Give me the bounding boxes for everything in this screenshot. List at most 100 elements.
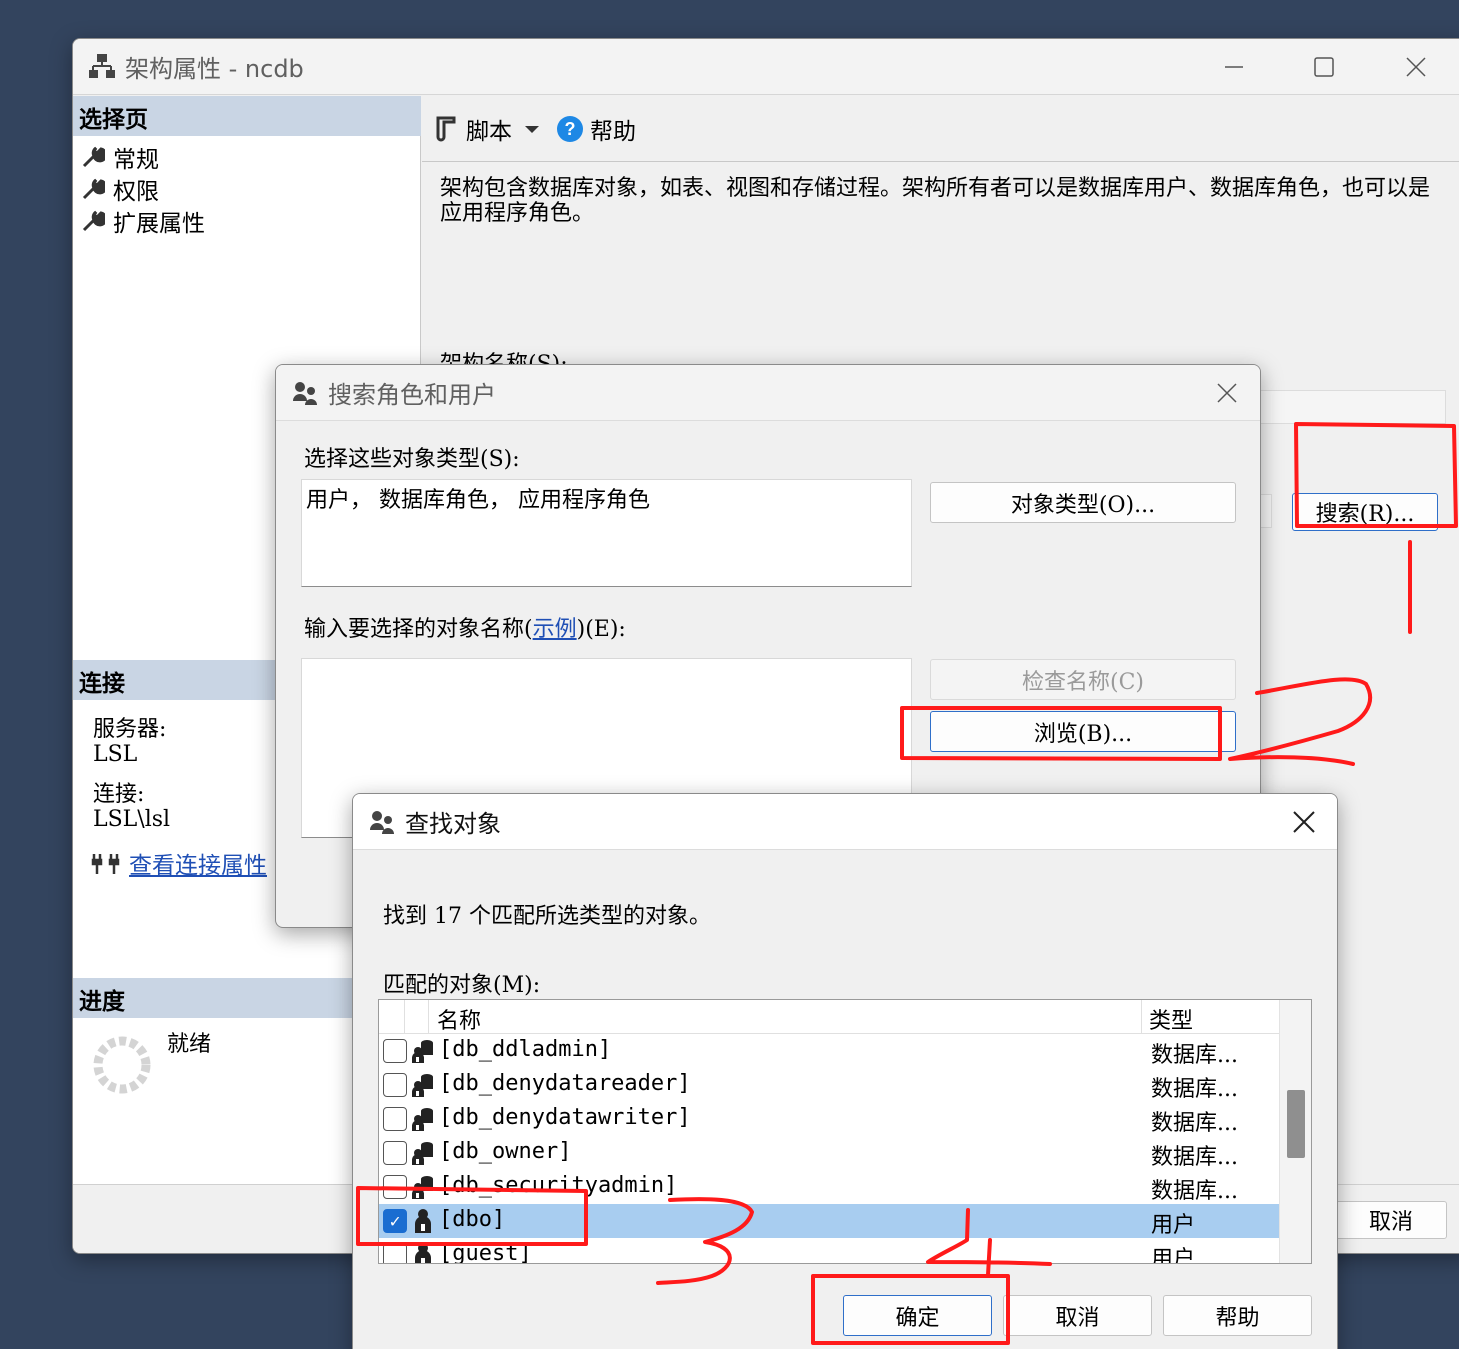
help-button[interactable]: ? 帮助 (556, 112, 636, 146)
row-type: 数据库... (1151, 1043, 1238, 1068)
object-types-button[interactable]: 对象类型(O)... (930, 482, 1236, 523)
object-types-box: 用户， 数据库角色， 应用程序角色 (301, 479, 912, 587)
table-row[interactable]: [db_securityadmin] 数据库... (379, 1170, 1279, 1204)
user-icon (415, 1243, 431, 1263)
help-label: 帮助 (590, 118, 636, 145)
row-checkbox[interactable] (383, 1073, 407, 1097)
type-column-header[interactable]: 类型 (1149, 1003, 1193, 1035)
script-label: 脚本 (466, 118, 512, 145)
header-check-column (379, 1000, 405, 1034)
database-role-icon (412, 1142, 433, 1165)
name-column-header[interactable]: 名称 (437, 1003, 481, 1035)
row-name: [db_securityadmin] (439, 1173, 678, 1198)
server-value: LSL (93, 742, 138, 767)
close-icon (1293, 811, 1315, 833)
connection-plug-icon (91, 854, 120, 874)
row-type: 数据库... (1151, 1179, 1238, 1204)
row-name: [dbo] (439, 1207, 506, 1232)
matched-objects-label: 匹配的对象(M): (383, 973, 541, 998)
table-row[interactable]: [db_denydatareader] 数据库... (379, 1068, 1279, 1102)
row-type: 用户 (1151, 1247, 1196, 1264)
matched-objects-list[interactable]: 名称 类型 [db_ddladmin] 数据库... [db_denydatarea… (378, 999, 1312, 1264)
maximize-icon (1314, 57, 1334, 77)
row-type: 用户 (1151, 1213, 1196, 1238)
database-role-icon (412, 1176, 433, 1199)
header-icon-column (405, 1000, 429, 1034)
table-row[interactable]: ✓ [dbo] 用户 (379, 1204, 1279, 1238)
database-role-icon (412, 1108, 433, 1131)
toolbar: 脚本 ? 帮助 (422, 96, 1459, 162)
list-scrollbar[interactable] (1279, 1000, 1311, 1263)
close-icon (1406, 57, 1426, 77)
row-checkbox[interactable] (383, 1175, 407, 1199)
page-item-extended-properties[interactable]: 扩展属性 (81, 204, 205, 238)
row-checkbox[interactable]: ✓ (383, 1209, 407, 1233)
search-button[interactable]: 搜索(R)... (1292, 493, 1438, 531)
row-checkbox[interactable] (383, 1107, 407, 1131)
check-names-button[interactable]: 检查名称(C) (930, 659, 1236, 700)
connection-label: 连接: (93, 782, 145, 807)
find-help-button[interactable]: 帮助 (1163, 1295, 1312, 1336)
list-header: 名称 类型 (379, 1000, 1279, 1034)
table-row[interactable]: [db_denydatawriter] 数据库... (379, 1102, 1279, 1136)
svg-text:?: ? (565, 119, 576, 139)
find-dialog-close-button[interactable] (1261, 794, 1337, 850)
close-icon (1217, 383, 1237, 403)
row-checkbox[interactable] (383, 1243, 407, 1263)
wrench-icon (82, 210, 105, 232)
script-button[interactable]: 脚本 (432, 112, 542, 146)
ok-button[interactable]: 确定 (843, 1295, 992, 1336)
maximize-button[interactable] (1279, 39, 1369, 95)
progress-spinner-icon (93, 1036, 151, 1094)
table-row[interactable]: [db_ddladmin] 数据库... (379, 1034, 1279, 1068)
find-dialog-titlebar: 查找对象 (353, 794, 1337, 850)
schema-description: 架构包含数据库对象，如表、视图和存储过程。架构所有者可以是数据库用户、数据库角色… (440, 176, 1431, 226)
select-page-header: 选择页 (73, 96, 421, 136)
row-name: [db_ddladmin] (439, 1037, 612, 1062)
minimize-button[interactable] (1189, 39, 1279, 95)
script-icon (436, 116, 456, 141)
browse-button[interactable]: 浏览(B)... (930, 711, 1236, 752)
page-item-permissions[interactable]: 权限 (81, 172, 159, 206)
row-name: [db_owner] (439, 1139, 572, 1164)
schema-icon (89, 53, 115, 78)
object-types-label: 选择这些对象类型(S): (304, 447, 520, 472)
page-label-extended-properties: 扩展属性 (113, 211, 205, 237)
find-objects-dialog: 查找对象 找到 17 个匹配所选类型的对象。 匹配的对象(M): 名称 类型 [… (352, 793, 1338, 1349)
view-connection-link[interactable]: 查看连接属性 (129, 846, 267, 880)
search-dialog-title: 搜索角色和用户 (328, 381, 496, 409)
wrench-icon (82, 178, 105, 200)
find-cancel-button[interactable]: 取消 (1003, 1295, 1152, 1336)
user-icon (415, 1209, 431, 1233)
row-name: [db_denydatareader] (439, 1071, 691, 1096)
row-name: [db_denydatawriter] (439, 1105, 691, 1130)
scrollbar-thumb[interactable] (1287, 1090, 1305, 1158)
row-type: 数据库... (1151, 1145, 1238, 1170)
server-label: 服务器: (93, 717, 167, 742)
progress-status: 就绪 (167, 1032, 212, 1057)
row-type: 数据库... (1151, 1111, 1238, 1136)
row-checkbox[interactable] (383, 1039, 407, 1063)
page-item-general[interactable]: 常规 (81, 140, 159, 174)
row-checkbox[interactable] (383, 1141, 407, 1165)
users-icon (370, 810, 394, 834)
examples-link[interactable]: 示例 (533, 617, 577, 642)
enter-names-label: 输入要选择的对象名称(示例)(E): (304, 611, 626, 643)
search-dialog-titlebar: 搜索角色和用户 (276, 365, 1260, 421)
main-window-title: 架构属性 - ncdb (125, 55, 304, 83)
main-titlebar: 架构属性 - ncdb (73, 39, 1459, 95)
connection-value: LSL\lsl (93, 807, 171, 832)
minimize-icon (1225, 66, 1243, 68)
database-role-icon (412, 1040, 433, 1063)
page-label-permissions: 权限 (113, 179, 159, 205)
table-row[interactable]: [guest] 用户 (379, 1238, 1279, 1264)
table-row[interactable]: [db_owner] 数据库... (379, 1136, 1279, 1170)
found-count-text: 找到 17 个匹配所选类型的对象。 (383, 904, 711, 929)
view-connection-properties[interactable]: 查看连接属性 (91, 846, 267, 880)
close-button[interactable] (1371, 39, 1459, 95)
row-type: 数据库... (1151, 1077, 1238, 1102)
enter-names-label-post: )(E): (576, 617, 626, 642)
main-cancel-button[interactable]: 取消 (1335, 1201, 1447, 1239)
help-icon: ? (557, 115, 583, 142)
search-dialog-close-button[interactable] (1184, 365, 1260, 421)
